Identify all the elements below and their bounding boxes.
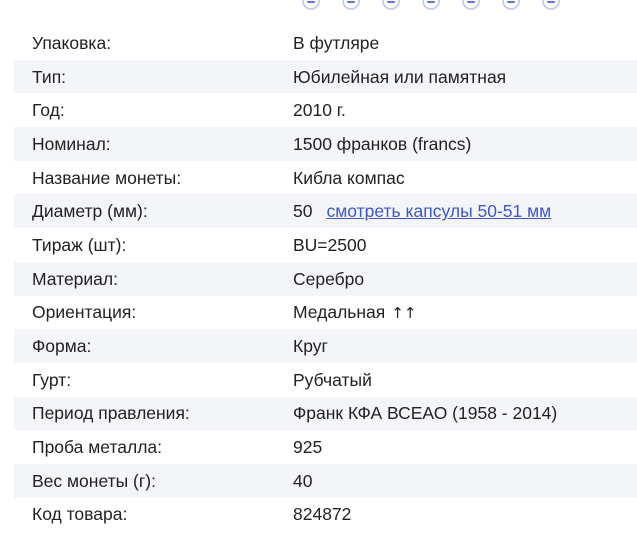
spec-label: Тип: — [32, 66, 67, 87]
specs-table: Упаковка: В футляре Тип: Юбилейная или п… — [14, 26, 637, 531]
spec-value: Кибла компас — [293, 167, 405, 188]
spec-value: Медальная — [293, 301, 386, 322]
spec-label: Упаковка: — [32, 32, 112, 53]
spec-label: Код товара: — [32, 504, 128, 525]
spec-label: Гурт: — [32, 369, 72, 390]
spec-value: Серебро — [293, 268, 365, 289]
spec-label: Год: — [32, 100, 65, 121]
spec-row-year: Год: 2010 г. — [14, 93, 637, 127]
spec-value: Франк КФА ВСЕАО (1958 - 2014) — [293, 403, 558, 424]
spec-label: Форма: — [32, 336, 92, 357]
spec-row-mintage: Тираж (шт): BU=2500 — [14, 228, 637, 262]
spec-value: 50 — [293, 201, 313, 222]
spec-label: Вес монеты (г): — [32, 470, 156, 491]
spec-label: Материал: — [32, 268, 118, 289]
spec-value: BU=2500 — [293, 234, 367, 255]
spec-value: 824872 — [293, 504, 352, 525]
spec-value: Рубчатый — [293, 369, 372, 390]
spec-label: Диаметр (мм): — [32, 201, 148, 222]
carousel-dot-icon[interactable] — [302, 0, 320, 10]
spec-label: Проба металла: — [32, 437, 163, 458]
spec-value: 1500 франков (francs) — [293, 133, 472, 154]
carousel-dot-icon[interactable] — [422, 0, 440, 10]
spec-value: 40 — [293, 470, 313, 491]
spec-value: 2010 г. — [293, 100, 346, 121]
carousel-dot-icon[interactable] — [342, 0, 360, 10]
spec-row-product-code: Код товара: 824872 — [14, 498, 637, 532]
carousel-indicator-strip — [0, 0, 637, 14]
spec-label: Период правления: — [32, 403, 190, 424]
spec-value: В футляре — [293, 32, 380, 53]
spec-label: Ориентация: — [32, 302, 137, 323]
spec-row-shape: Форма: Круг — [14, 329, 637, 363]
spec-row-edge: Гурт: Рубчатый — [14, 363, 637, 397]
spec-row-diameter: Диаметр (мм): 50 смотреть капсулы 50-51 м… — [14, 194, 637, 229]
spec-value: 925 — [293, 437, 323, 458]
spec-row-packaging: Упаковка: В футляре — [14, 26, 637, 60]
spec-label: Номинал: — [32, 133, 111, 154]
carousel-dot-icon[interactable] — [462, 0, 480, 10]
spec-row-weight: Вес монеты (г): 40 — [14, 463, 637, 498]
carousel-dot-icon[interactable] — [382, 0, 400, 10]
spec-row-material: Материал: Серебро — [14, 261, 637, 296]
carousel-dot-icon[interactable] — [502, 0, 520, 10]
up-arrows-icon: ↑↑ — [391, 303, 417, 322]
spec-row-coin-name: Название монеты: Кибла компас — [14, 161, 637, 195]
spec-label: Название монеты: — [32, 167, 182, 188]
spec-row-reign-period: Период правления: Франк КФА ВСЕАО (1958 … — [14, 396, 637, 431]
spec-row-orientation: Ориентация: Медальная ↑↑ — [14, 296, 637, 330]
spec-row-denomination: Номинал: 1500 франков (francs) — [14, 127, 637, 161]
spec-value: Круг — [293, 336, 328, 357]
spec-row-metal-fineness: Проба металла: 925 — [14, 430, 637, 464]
spec-row-type: Тип: Юбилейная или памятная — [14, 59, 637, 94]
capsules-link[interactable]: смотреть капсулы 50-51 мм — [326, 201, 551, 221]
spec-label: Тираж (шт): — [32, 234, 127, 255]
spec-value: Юбилейная или памятная — [293, 66, 507, 87]
carousel-dot-icon[interactable] — [542, 0, 560, 10]
